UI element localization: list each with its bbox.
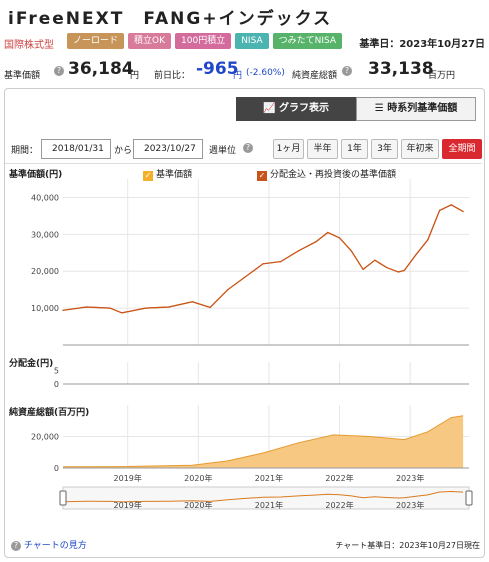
period-selector: 期間： 2018/01/31 から 2023/10/27 週単位 ? 1ヶ月 半…	[7, 139, 482, 159]
nav-data-point	[462, 210, 464, 213]
x-tick-label: 2019年	[114, 473, 142, 483]
nav-unit: 円	[130, 71, 140, 81]
nav-data-point	[438, 209, 441, 211]
nav-data-point	[168, 306, 170, 308]
help-icon[interactable]: ?	[243, 143, 253, 153]
nav-data-point	[244, 276, 247, 278]
tab-graph-label: グラフ表示	[278, 103, 329, 114]
nav-data-point	[327, 231, 329, 234]
y-tick-label: 30,000	[31, 230, 59, 239]
assets-area	[63, 415, 464, 468]
tag-tsumitate-nisa: つみたてNISA	[272, 33, 343, 49]
chart-guide-link[interactable]: ? チャートの見方	[11, 538, 87, 551]
navigator-handle-left[interactable]	[59, 490, 67, 506]
change-percent: (-2.60%)	[246, 68, 285, 78]
nav-data-point	[191, 301, 194, 303]
date-to-input[interactable]: 2023/10/27	[133, 139, 203, 159]
range-all-button[interactable]: 全期間	[442, 139, 482, 159]
nav-data-point	[280, 261, 282, 263]
assets-y-tick-label: 20,000	[31, 433, 59, 442]
nav-label: 基準価額	[4, 71, 41, 81]
navigator-handle-right[interactable]	[465, 490, 473, 506]
nav-data-point	[350, 250, 352, 252]
nav-data-point	[297, 250, 299, 252]
nav-data-point	[209, 306, 211, 308]
y-tick-label: 40,000	[31, 193, 59, 202]
nav-data-point	[144, 307, 146, 309]
tab-table-label: 時系列基準価額	[387, 103, 458, 114]
chart-icon: 📈	[263, 103, 276, 114]
fund-category: 国際株式型	[4, 40, 54, 51]
nav-data-point	[338, 237, 341, 239]
chart-guide-label: チャートの見方	[23, 541, 87, 551]
nav-data-point	[109, 307, 111, 309]
nav-value: 36,184	[68, 59, 134, 79]
nav-data-point	[362, 268, 364, 270]
change-label: 前日比：	[154, 71, 191, 81]
dist-y-tick-label: 0	[54, 380, 59, 389]
view-tabs: 📈 グラフ表示 ☰ 時系列基準価額	[236, 97, 476, 121]
fund-title: iFreeNEXT FANG+インデックス	[8, 9, 333, 29]
chart-panel: 📈 グラフ表示 ☰ 時系列基準価額 期間： 2018/01/31 から 2023…	[4, 88, 485, 558]
tag-list: ノーロード 積立OK 100円積立 NISA つみたてNISA	[67, 33, 343, 49]
navigator-tick-label: 2020年	[184, 500, 212, 510]
help-icon: ?	[11, 541, 21, 551]
nav-data-point	[450, 204, 452, 206]
navigator-tick-label: 2019年	[114, 500, 142, 510]
tab-table[interactable]: ☰ 時系列基準価額	[356, 97, 476, 121]
range-ytd-button[interactable]: 年初来	[401, 139, 439, 159]
stats-bar: 基準価額 ? 36,184 円 前日比： -965 円 (-2.60%) 純資産…	[4, 59, 485, 86]
nav-data-point	[427, 239, 429, 241]
nav-data-point	[397, 271, 399, 273]
tag-100yen: 100円積立	[175, 33, 232, 49]
nav-data-point	[374, 259, 376, 261]
change-unit: 円	[233, 71, 243, 81]
range-6m-button[interactable]: 半年	[307, 139, 338, 159]
nav-data-point	[415, 254, 417, 256]
nav-series-line	[62, 204, 464, 314]
date-from-input[interactable]: 2018/01/31	[41, 139, 111, 159]
period-unit-label: 週単位	[209, 146, 237, 156]
x-tick-label: 2022年	[325, 473, 353, 483]
assets-label: 純資産総額	[292, 71, 338, 81]
assets-unit: 百万円	[428, 71, 456, 81]
nav-data-point	[227, 289, 229, 291]
period-label: 期間：	[11, 146, 39, 156]
dist-y-tick-label: 5	[54, 366, 59, 375]
range-1y-button[interactable]: 1年	[341, 139, 368, 159]
x-tick-label: 2023年	[396, 473, 424, 483]
nav-data-point	[386, 266, 388, 269]
nav-data-point	[315, 241, 317, 243]
range-1m-button[interactable]: 1ヶ月	[273, 139, 304, 159]
tag-noload: ノーロード	[67, 33, 125, 49]
tab-graph[interactable]: 📈 グラフ表示	[236, 97, 356, 121]
nav-data-point	[403, 269, 405, 272]
tag-nisa: NISA	[235, 33, 269, 49]
help-icon[interactable]: ?	[342, 66, 352, 76]
range-3y-button[interactable]: 3年	[371, 139, 398, 159]
y-tick-label: 10,000	[31, 304, 59, 313]
base-date: 基準日：2023年10月27日	[359, 39, 485, 50]
chart-note: チャート基準日：2023年10月27日現在	[335, 541, 480, 550]
y-tick-label: 20,000	[31, 267, 59, 276]
nav-data-point	[62, 309, 64, 311]
period-to-word: から	[114, 146, 133, 156]
list-icon: ☰	[374, 103, 384, 114]
nav-data-point	[262, 263, 264, 265]
x-tick-label: 2021年	[255, 473, 283, 483]
chart-area: 10,000 20,000 30,000 40,000 0 5 0 20,000 2019年 20…	[31, 179, 473, 510]
help-icon[interactable]: ?	[54, 66, 64, 76]
navigator-tick-label: 2022年	[325, 500, 353, 510]
nav-data-point	[121, 312, 123, 314]
nav-series-line	[62, 204, 464, 314]
tag-tsumitate-ok: 積立OK	[128, 33, 172, 49]
navigator-tick-label: 2023年	[396, 500, 424, 510]
nav-data-point	[85, 306, 88, 308]
assets-y-tick-label: 0	[54, 464, 59, 473]
assets-value: 33,138	[368, 59, 434, 79]
x-tick-label: 2020年	[184, 473, 212, 483]
navigator-tick-label: 2021年	[255, 500, 283, 510]
